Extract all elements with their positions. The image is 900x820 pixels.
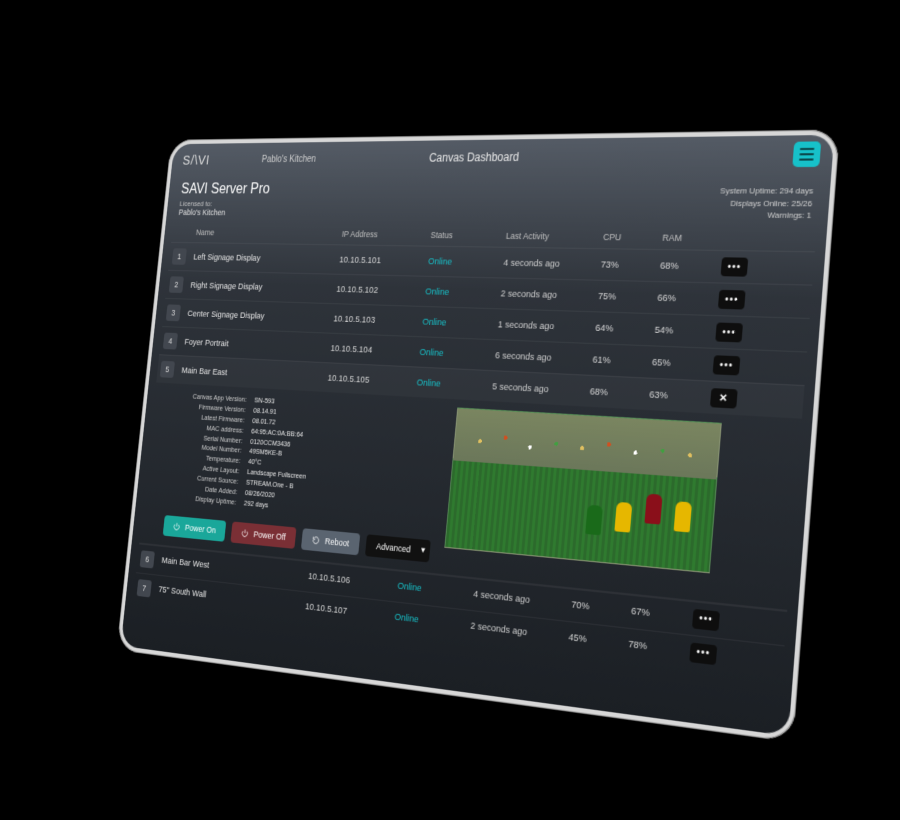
row-cpu: 75% [598,290,652,303]
product-name: SAVI Server Pro [180,181,270,198]
brand-logo: S/\VI [182,151,252,168]
location-label: Pablo's Kitchen [261,154,316,165]
row-index: 1 [172,248,187,265]
power-off-label: Power Off [253,529,286,542]
more-button[interactable]: ••• [689,642,717,665]
more-button[interactable]: ••• [718,290,746,310]
row-last: 5 seconds ago [492,381,585,397]
reboot-label: Reboot [324,536,349,548]
row-ip: 10.10.5.101 [339,254,424,266]
row-cpu: 61% [592,354,647,368]
player-figure [586,505,604,536]
row-ram: 68% [660,260,716,272]
row-last: 2 seconds ago [500,288,593,302]
row-status: Online [394,612,466,631]
detail-kv-list: Canvas App Version:SN-593 Firmware Versi… [163,391,444,562]
row-ram: 63% [649,389,705,403]
row-last: 4 seconds ago [503,257,596,270]
player-figure [674,501,692,532]
row-name: Main Bar East [181,365,323,383]
row-index: 7 [137,579,152,597]
topbar: S/\VI Pablo's Kitchen Canvas Dashboard [171,135,835,176]
detail-val: 292 days [243,498,268,511]
power-on-button[interactable]: Power On [163,515,227,542]
tablet-frame: S/\VI Pablo's Kitchen Canvas Dashboard S… [117,129,840,742]
subheader: SAVI Server Pro Licensed to: Pablo's Kit… [166,173,832,230]
col-name: Name [196,228,338,239]
page-title: Canvas Dashboard [428,150,519,164]
row-cpu: 45% [568,632,623,650]
screen: S/\VI Pablo's Kitchen Canvas Dashboard S… [121,135,835,736]
row-name: Center Signage Display [187,308,329,323]
displays-line: Displays Online: 25/26 [719,197,813,209]
row-status: Online [428,256,499,268]
row-name: Right Signage Display [190,280,332,294]
row-name: Foyer Portrait [184,337,326,353]
system-stats: System Uptime: 294 days Displays Online:… [718,185,814,221]
row-ip: 10.10.5.102 [336,284,421,297]
row-status: Online [419,347,490,361]
more-button[interactable]: ••• [713,355,741,375]
row-last: 6 seconds ago [495,350,588,365]
row-ram: 78% [628,639,685,657]
row-ip: 10.10.5.105 [327,372,412,387]
row-status: Online [425,286,496,299]
svg-text:S/\VI: S/\VI [182,151,211,167]
row-index: 2 [169,276,184,293]
col-ram: RAM [662,233,718,244]
power-off-button[interactable]: Power Off [230,521,296,548]
menu-button[interactable] [792,141,821,167]
row-cpu: 73% [600,259,654,271]
row-ram: 66% [657,292,713,305]
row-status: Online [416,377,487,392]
row-ram: 54% [654,324,710,337]
row-last: 1 seconds ago [497,319,590,333]
row-last: 2 seconds ago [470,620,563,642]
advanced-dropdown[interactable]: Advanced ▾ [365,534,431,562]
row-ip: 10.10.5.107 [305,601,390,622]
row-status: Online [422,316,493,329]
uptime-line: System Uptime: 294 days [720,185,814,197]
chevron-down-icon: ▾ [421,545,426,556]
col-status: Status [430,230,501,241]
reboot-icon [311,535,320,546]
display-list: 1 Left Signage Display 10.10.5.101 Onlin… [125,242,826,692]
display-preview [445,407,723,573]
row-name: 75" South Wall [158,584,301,611]
more-button[interactable]: ••• [692,608,720,630]
row-ram: 65% [652,356,708,370]
row-ip: 10.10.5.104 [330,343,415,357]
power-on-label: Power On [185,522,217,534]
player-figure [645,494,663,525]
col-cpu: CPU [603,232,657,243]
advanced-label: Advanced [376,541,411,554]
power-icon [172,521,181,531]
row-name: Left Signage Display [193,252,335,265]
row-ip: 10.10.5.103 [333,313,418,327]
close-button[interactable]: ✕ [710,388,738,409]
warnings-line: Warnings: 1 [718,209,812,221]
power-icon [240,528,249,538]
reboot-button[interactable]: Reboot [301,528,360,555]
more-button[interactable]: ••• [721,257,749,276]
row-ram: 67% [631,606,688,624]
licensed-to-name: Pablo's Kitchen [178,208,268,218]
col-ip: IP Address [341,229,426,240]
more-button[interactable]: ••• [715,322,743,342]
player-figure [615,502,633,533]
row-ip: 10.10.5.106 [308,571,393,591]
row-cpu: 68% [589,386,644,400]
row-last: 4 seconds ago [473,589,566,610]
row-index: 3 [166,304,181,321]
row-index: 4 [163,333,178,350]
row-index: 5 [160,361,175,378]
col-last: Last Activity [506,231,598,242]
row-cpu: 64% [595,322,650,335]
row-cpu: 70% [571,599,626,616]
row-status: Online [397,581,469,600]
hamburger-icon [800,148,815,150]
row-index: 6 [140,550,155,568]
